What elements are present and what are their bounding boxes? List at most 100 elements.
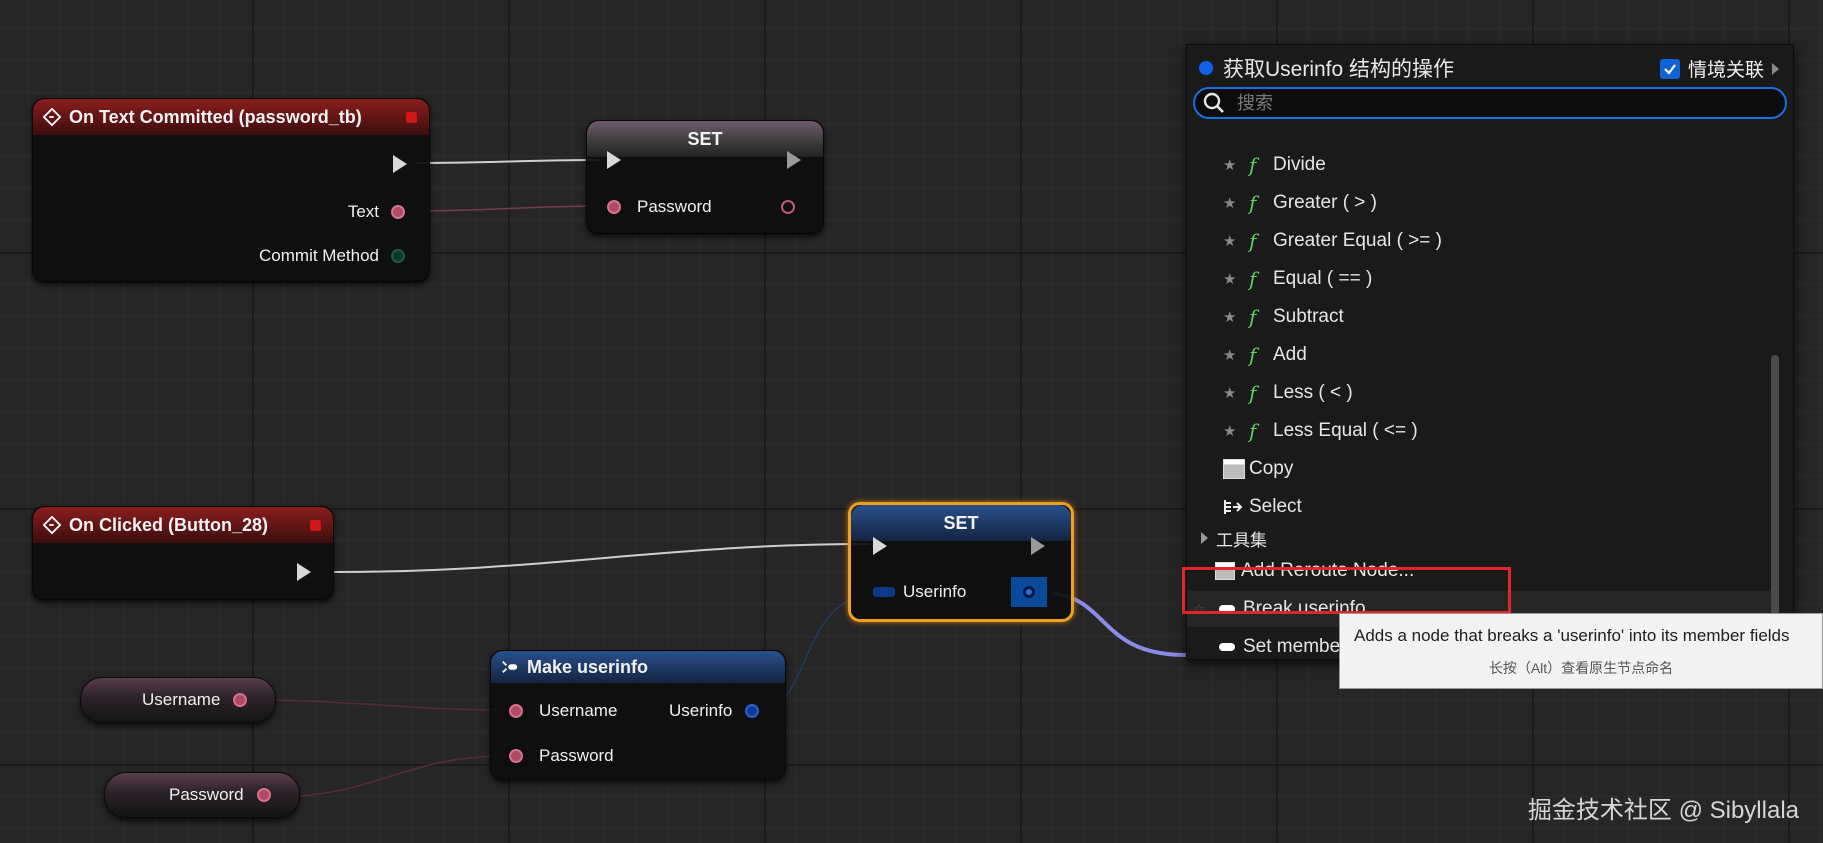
menu-item-equal[interactable]: ★ f Equal ( == ) xyxy=(1187,261,1767,297)
context-sensitive-label: 情境关联 xyxy=(1687,60,1764,81)
function-icon: f xyxy=(1249,305,1257,329)
password-variable-node[interactable]: Password xyxy=(104,772,300,818)
node-title: On Text Committed (password_tb) xyxy=(69,106,362,127)
userinfo-in-pin[interactable] xyxy=(873,587,895,597)
exec-out-pin[interactable] xyxy=(1031,537,1045,555)
star-icon[interactable]: ★ xyxy=(1223,232,1237,250)
node-header[interactable]: On Clicked (Button_28) xyxy=(33,507,333,543)
function-icon: f xyxy=(1249,267,1257,291)
pin-label-commit-method: Commit Method xyxy=(259,246,379,265)
menu-item-label: Equal ( == ) xyxy=(1273,268,1373,289)
menu-item-label: Greater ( > ) xyxy=(1273,192,1377,213)
star-icon[interactable]: ★ xyxy=(1223,156,1237,174)
menu-item-label: Less Equal ( <= ) xyxy=(1273,420,1418,441)
text-out-pin[interactable] xyxy=(391,205,405,219)
star-icon[interactable]: ★ xyxy=(1223,270,1237,288)
star-icon[interactable]: ★ xyxy=(1223,422,1237,440)
node-header[interactable]: Make userinfo xyxy=(491,651,785,683)
star-icon[interactable]: ★ xyxy=(1223,346,1237,364)
menu-item-less[interactable]: ★ f Less ( < ) xyxy=(1187,375,1767,411)
username-in-pin[interactable] xyxy=(509,704,523,718)
search-box[interactable] xyxy=(1193,87,1787,119)
menu-item-label: Subtract xyxy=(1273,306,1344,327)
delegate-pin[interactable] xyxy=(310,520,321,531)
commit-method-pin[interactable] xyxy=(391,249,405,263)
node-title: SET xyxy=(943,512,979,533)
node-title: On Clicked (Button_28) xyxy=(69,514,269,535)
context-sensitive-toggle[interactable]: 情境关联 xyxy=(1659,55,1779,82)
userinfo-out-pin[interactable] xyxy=(1011,577,1047,607)
menu-item-label: Set membe xyxy=(1243,636,1341,657)
password-out-pin[interactable] xyxy=(257,788,271,802)
set-userinfo-node[interactable]: SET Userinfo xyxy=(848,502,1074,622)
category-label: 工具集 xyxy=(1216,530,1267,550)
pin-label-userinfo-out: Userinfo xyxy=(669,701,733,720)
username-out-pin[interactable] xyxy=(233,693,247,707)
function-icon: f xyxy=(1249,191,1257,215)
event-icon xyxy=(43,516,61,534)
set-password-node[interactable]: SET Password xyxy=(586,120,824,234)
node-header[interactable]: SET xyxy=(851,505,1071,541)
checkbox-checked-icon[interactable] xyxy=(1659,58,1680,79)
exec-out-pin[interactable] xyxy=(393,155,407,173)
search-input[interactable] xyxy=(1235,91,1759,115)
menu-item-label: Copy xyxy=(1249,458,1294,479)
menu-item-copy[interactable]: Copy xyxy=(1187,451,1767,487)
category-tools[interactable]: 工具集 xyxy=(1187,523,1767,553)
delegate-pin[interactable] xyxy=(406,112,417,123)
menu-title: 获取Userinfo 结构的操作 xyxy=(1199,53,1454,83)
on-text-committed-node[interactable]: On Text Committed (password_tb) Text Com… xyxy=(32,98,430,282)
menu-item-greater-equal[interactable]: ★ f Greater Equal ( >= ) xyxy=(1187,223,1767,259)
tooltip-hint: 长按（Alt）查看原生节点命名 xyxy=(1488,660,1674,676)
star-icon[interactable]: ★ xyxy=(1223,384,1237,402)
struct-dot-icon xyxy=(1199,61,1213,75)
struct-icon xyxy=(1219,643,1235,651)
function-icon: f xyxy=(1249,343,1257,367)
function-icon: f xyxy=(1249,381,1257,405)
select-icon xyxy=(1223,498,1249,516)
node-header[interactable]: On Text Committed (password_tb) xyxy=(33,99,429,135)
on-clicked-node[interactable]: On Clicked (Button_28) xyxy=(32,506,334,600)
tooltip: Adds a node that breaks a 'userinfo' int… xyxy=(1339,613,1823,689)
menu-item-divide[interactable]: ★ f Divide xyxy=(1187,147,1767,183)
make-struct-icon xyxy=(502,660,518,674)
password-out-pin[interactable] xyxy=(781,200,795,214)
menu-item-label: Add xyxy=(1273,344,1307,365)
exec-in-pin[interactable] xyxy=(873,537,887,555)
menu-item-label: Divide xyxy=(1273,154,1326,175)
chevron-right-icon[interactable] xyxy=(1201,532,1208,544)
password-in-pin[interactable] xyxy=(607,200,621,214)
search-icon xyxy=(1203,92,1224,113)
pin-label-password: Password xyxy=(637,197,712,216)
menu-item-subtract[interactable]: ★ f Subtract xyxy=(1187,299,1767,335)
string-wire xyxy=(246,699,509,711)
username-variable-node[interactable]: Username xyxy=(80,677,276,723)
menu-title-text: 获取Userinfo 结构的操作 xyxy=(1223,58,1455,81)
exec-wire xyxy=(333,543,871,573)
chevron-right-icon[interactable] xyxy=(1772,62,1779,75)
password-in-pin[interactable] xyxy=(509,749,523,763)
pin-label-password: Password xyxy=(539,746,614,765)
pin-label-userinfo: Userinfo xyxy=(903,582,967,601)
exec-wire xyxy=(414,159,601,164)
menu-item-greater[interactable]: ★ f Greater ( > ) xyxy=(1187,185,1767,221)
function-icon: f xyxy=(1249,229,1257,253)
exec-out-pin[interactable] xyxy=(297,563,311,581)
string-wire xyxy=(269,755,509,798)
star-icon[interactable]: ★ xyxy=(1223,194,1237,212)
menu-scrollbar[interactable] xyxy=(1771,355,1779,651)
star-icon[interactable]: ★ xyxy=(1223,308,1237,326)
node-title: SET xyxy=(687,128,723,149)
menu-item-less-equal[interactable]: ★ f Less Equal ( <= ) xyxy=(1187,413,1767,449)
exec-out-pin[interactable] xyxy=(787,151,801,169)
make-userinfo-node[interactable]: Make userinfo Username Userinfo Password xyxy=(490,650,786,780)
userinfo-out-pin[interactable] xyxy=(745,704,759,718)
event-icon xyxy=(43,108,61,126)
copy-icon xyxy=(1223,459,1249,479)
menu-item-label: Less ( < ) xyxy=(1273,382,1353,403)
tooltip-text: Adds a node that breaks a 'userinfo' int… xyxy=(1354,626,1790,645)
menu-item-add[interactable]: ★ f Add xyxy=(1187,337,1767,373)
pin-label-username: Username xyxy=(539,701,618,720)
exec-in-pin[interactable] xyxy=(607,151,621,169)
menu-item-select[interactable]: Select xyxy=(1187,489,1767,525)
